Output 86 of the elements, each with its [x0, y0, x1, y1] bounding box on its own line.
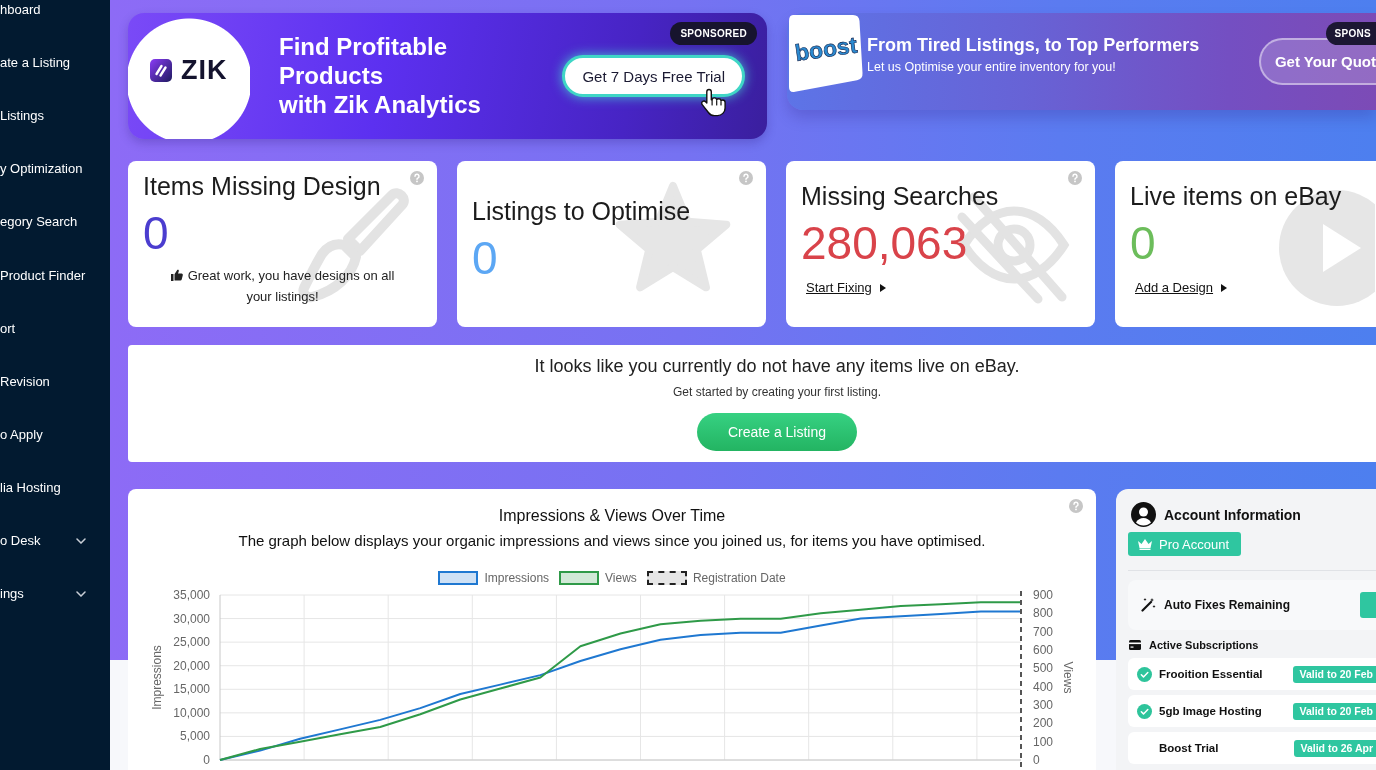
axis-tick-label: 600 [1033, 643, 1054, 657]
text-link[interactable]: Add a Design [1135, 279, 1228, 297]
axis-tick-label: 700 [1033, 624, 1054, 639]
axis-title: Views [1060, 661, 1075, 694]
axis-tick-label: 200 [1033, 716, 1054, 731]
empty-message: It looks like you currently do not have any items live on eBay. [534, 355, 1020, 377]
help-icon[interactable] [410, 171, 424, 185]
subscription-name: 5gb Image Hosting [1159, 705, 1262, 717]
card-title: Live items on eBay [1130, 181, 1342, 211]
card-title: Missing Searches [801, 181, 999, 211]
hand-cursor-icon [700, 88, 728, 118]
axis-tick-label: 300 [1033, 698, 1054, 712]
axis-tick-label: 900 [1033, 588, 1054, 602]
check-circle-icon [1137, 666, 1152, 682]
help-icon[interactable] [1069, 499, 1083, 513]
check-circle-icon [1137, 703, 1152, 719]
axis-tick-label: 20,000 [173, 658, 210, 673]
validity-badge: Valid to 20 Feb [1293, 702, 1376, 720]
promo-heading: Find Profitable Products with Zik Analytics [279, 32, 481, 119]
free-trial-button[interactable]: Get 7 Days Free Trial [562, 55, 745, 97]
chart-description: The graph below displays your organic impressions and views since you joined us, for items you have optimised. [238, 532, 986, 549]
axis-tick-label: 10,000 [173, 705, 210, 720]
chart-title: Impressions & Views Over Time [498, 507, 726, 524]
card-title: Items Missing Design [143, 171, 381, 201]
logo-text: boost [793, 31, 859, 67]
credit-card-icon [1129, 640, 1141, 650]
count-badge [1360, 592, 1376, 618]
promo-heading: From Tired Listings, to Top Performers [867, 34, 1200, 56]
sidebar-item[interactable]: lia Hosting [0, 478, 61, 497]
axis-tick-label: 800 [1033, 606, 1054, 621]
validity-badge: Valid to 20 Feb [1293, 665, 1376, 683]
logo-text: ZIK [181, 57, 228, 83]
help-icon[interactable] [739, 171, 753, 185]
stat-value: 280,063 [801, 218, 968, 268]
stat-value: 0 [472, 232, 498, 283]
sidebar-item[interactable]: egory Search [0, 213, 78, 232]
axis-tick-label: 500 [1033, 661, 1054, 676]
auto-fix-label: Auto Fixes Remaining [1164, 598, 1291, 612]
axis-tick-label: 5,000 [179, 729, 210, 744]
sidebar-item[interactable]: Listings [0, 107, 45, 126]
card-title: Listings to Optimise [472, 195, 691, 226]
axis-tick-label: 25,000 [173, 635, 210, 650]
logo-icon [150, 58, 172, 82]
text-link[interactable]: Start Fixing [806, 279, 886, 297]
axis-tick-label: 0 [1033, 753, 1040, 767]
axis-tick-label: 15,000 [173, 682, 210, 697]
validity-badge: Valid to 26 Apr [1294, 739, 1376, 757]
axis-tick-label: 100 [1033, 734, 1054, 749]
subscription-name: Boost Trial [1159, 742, 1219, 754]
thumbs-up-icon [170, 269, 183, 281]
empty-hint: Get started by creating your first listing. [672, 384, 882, 400]
axis-tick-label: 35,000 [173, 588, 210, 602]
sidebar-item[interactable]: Product Finder [0, 266, 86, 285]
legend-item[interactable]: Views [559, 571, 637, 585]
section-heading: Active Subscriptions [1149, 639, 1259, 651]
axis-tick-label: 0 [203, 753, 210, 767]
legend-item[interactable]: Impressions [438, 571, 550, 585]
sidebar-item[interactable]: o Desk [0, 532, 86, 550]
sidebar-item[interactable]: hboard [0, 1, 41, 20]
sidebar-item[interactable]: ate a Listing [0, 54, 71, 73]
caret-right-icon [879, 284, 886, 292]
sponsored-badge: SPONS [1326, 22, 1376, 45]
magic-wand-icon [1141, 598, 1156, 612]
sidebar-item[interactable]: y Optimization [0, 160, 83, 179]
axis-title: Impressions [150, 645, 165, 710]
sidebar-item[interactable]: ort [0, 319, 16, 338]
plan-badge: Pro Account [1128, 532, 1242, 556]
user-avatar-icon [1131, 502, 1156, 527]
promo-subheading: Let us Optimise your entire inventory for you! [867, 59, 1117, 75]
subscription-name: Frooition Essential [1159, 668, 1263, 680]
axis-tick-label: 400 [1033, 679, 1054, 694]
sponsored-badge: SPONSORED [670, 22, 757, 45]
caret-right-icon [1221, 284, 1228, 292]
sidebar-item[interactable]: Revision [0, 372, 50, 391]
quote-button[interactable]: Get Your Quot [1258, 38, 1376, 85]
note-text: Great work, you have designs on all your listings! [187, 268, 395, 304]
stat-value: 0 [143, 208, 169, 258]
stat-value: 0 [1130, 218, 1156, 268]
axis-tick-label: 30,000 [173, 611, 210, 626]
sidebar-item[interactable]: ings [0, 585, 86, 604]
sidebar-item[interactable]: o Apply [0, 425, 43, 444]
panel-title: Account Information [1164, 506, 1301, 523]
help-icon[interactable] [1068, 171, 1082, 185]
legend-item[interactable]: Registration Date [646, 571, 786, 585]
legend-swatch-icon [646, 571, 687, 585]
crown-icon [1138, 538, 1152, 550]
